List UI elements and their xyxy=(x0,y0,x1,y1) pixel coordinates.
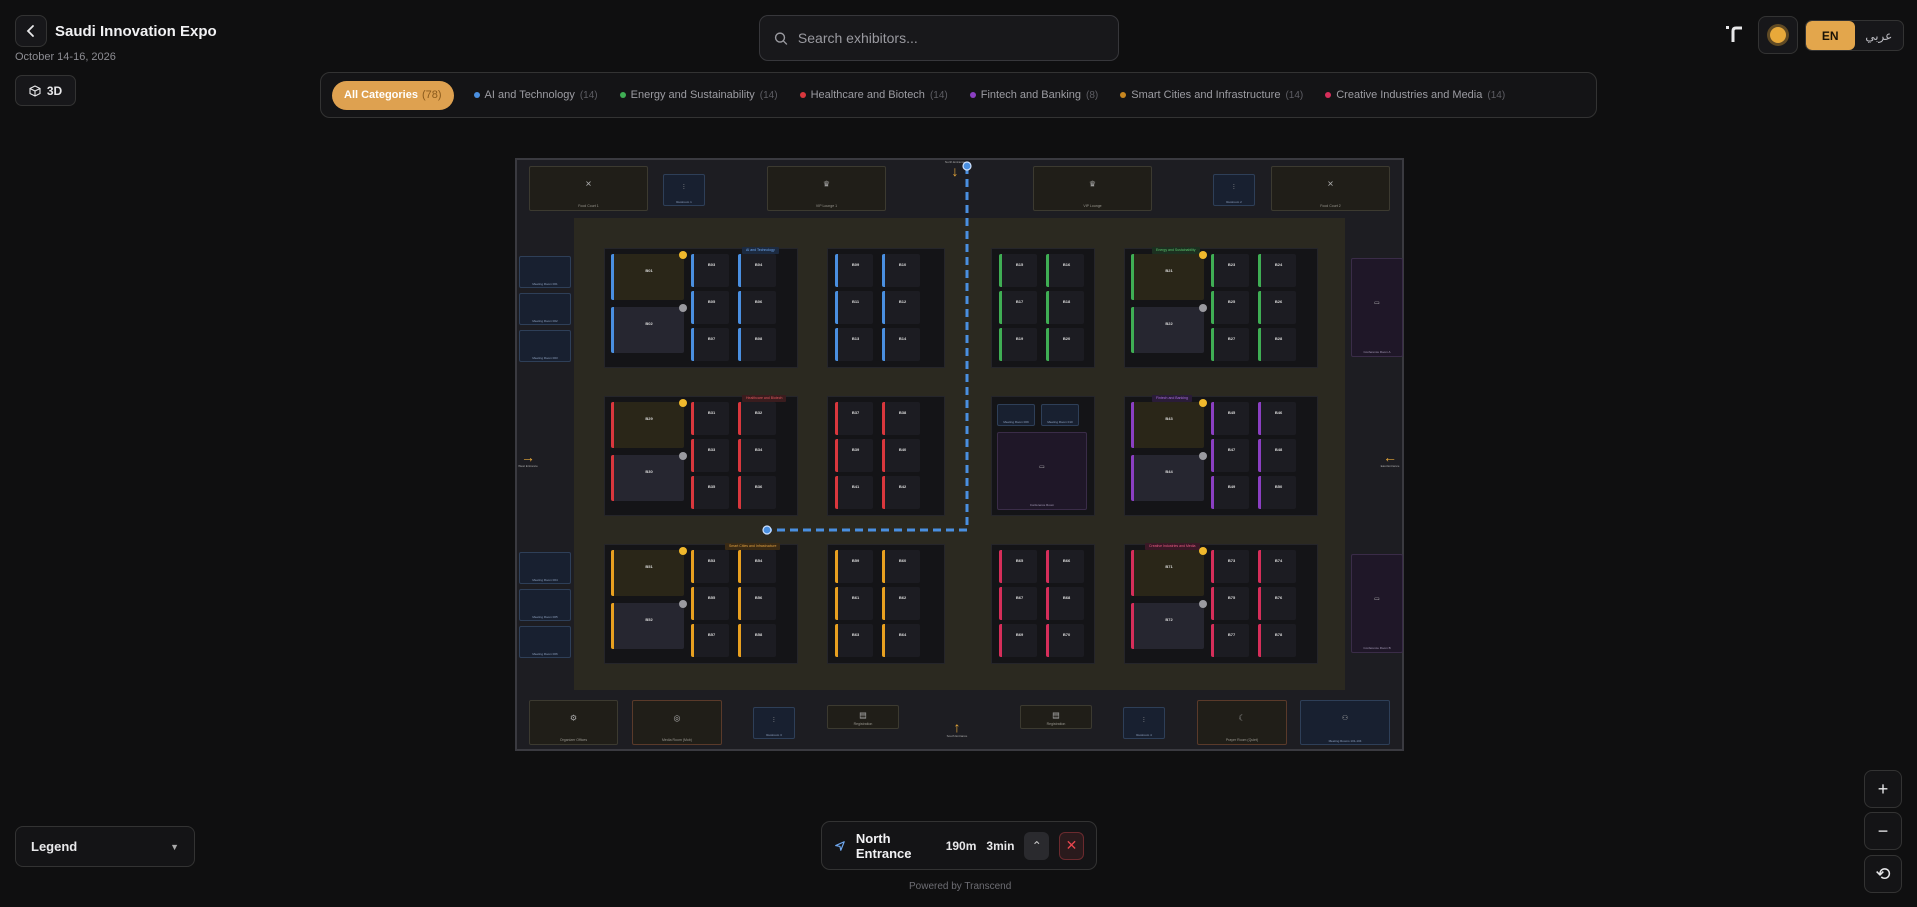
cube-icon xyxy=(29,84,41,97)
event-date: October 14-16, 2026 xyxy=(15,51,116,63)
event-title: Saudi Innovation Expo xyxy=(55,23,217,40)
category-count: (14) xyxy=(759,89,778,101)
category-all-label: All Categories xyxy=(344,89,418,101)
chevron-up-icon: ⌃ xyxy=(1031,838,1042,853)
category-all-count: (78) xyxy=(421,89,442,101)
category-label: Creative Industries and Media xyxy=(1336,89,1483,101)
search-icon xyxy=(774,31,788,45)
category-filter-bar: All Categories (78) AI and Technology (1… xyxy=(320,72,1597,118)
category-label: Smart Cities and Infrastructure xyxy=(1131,89,1281,101)
navigation-distance: 190m xyxy=(945,838,977,853)
category-count: (14) xyxy=(929,89,948,101)
category-label: Fintech and Banking xyxy=(980,89,1082,101)
close-icon: ✕ xyxy=(1065,837,1078,853)
category-label: Healthcare and Biotech xyxy=(810,89,925,101)
sun-icon xyxy=(1770,27,1786,43)
powered-by-text: Powered by Transcend xyxy=(909,881,1012,892)
navigation-destination: North Entrance xyxy=(855,830,912,861)
category-dot-icon xyxy=(799,92,806,98)
search-input[interactable] xyxy=(797,30,1104,46)
category-dot-icon xyxy=(969,92,976,98)
reset-view-button[interactable]: ⟲ xyxy=(1864,855,1902,893)
search-bar xyxy=(759,15,1119,61)
category-count: (14) xyxy=(1285,89,1304,101)
language-option-ar[interactable]: عربي xyxy=(1855,21,1904,50)
view-3d-label: 3D xyxy=(46,83,63,98)
view-3d-button[interactable]: 3D xyxy=(15,75,76,106)
zoom-out-button[interactable]: − xyxy=(1864,812,1902,850)
reset-icon: ⟲ xyxy=(1875,863,1891,884)
caret-down-icon: ▼ xyxy=(170,841,179,852)
category-dot-icon xyxy=(473,92,480,98)
category-count: (14) xyxy=(579,89,598,101)
brand-logo-icon xyxy=(1726,26,1742,42)
legend-toggle[interactable]: Legend ▼ xyxy=(15,826,195,867)
theme-toggle-button[interactable] xyxy=(1758,16,1798,54)
floor-map[interactable]: ✕ Food Court 1 ⋮ Restroom 1 ♛ VIP Lounge 1 … xyxy=(515,158,1404,751)
category-creative[interactable]: Creative Industries and Media (14) xyxy=(1325,89,1505,101)
category-all[interactable]: All Categories (78) xyxy=(332,80,454,110)
zoom-in-button[interactable]: + xyxy=(1864,770,1902,808)
navigation-route xyxy=(762,161,972,535)
category-healthcare[interactable]: Healthcare and Biotech (14) xyxy=(799,89,948,101)
expand-navigation-button[interactable]: ⌃ xyxy=(1024,831,1050,860)
navigation-arrow-icon xyxy=(835,840,845,851)
language-option-en[interactable]: EN xyxy=(1806,21,1855,50)
legend-label: Legend xyxy=(31,839,78,854)
category-smart-cities[interactable]: Smart Cities and Infrastructure (14) xyxy=(1120,89,1303,101)
plus-icon: + xyxy=(1877,778,1889,799)
minus-icon: − xyxy=(1877,820,1889,841)
back-button[interactable] xyxy=(15,15,47,47)
chevron-left-icon xyxy=(26,25,34,37)
category-fintech[interactable]: Fintech and Banking (8) xyxy=(969,89,1099,101)
category-ai[interactable]: AI and Technology (14) xyxy=(473,89,598,101)
category-count: (14) xyxy=(1487,89,1506,101)
category-energy[interactable]: Energy and Sustainability (14) xyxy=(619,89,778,101)
language-toggle: EN عربي xyxy=(1805,20,1904,51)
category-count: (8) xyxy=(1086,89,1099,101)
category-dot-icon xyxy=(1120,92,1127,98)
category-label: AI and Technology xyxy=(484,89,575,101)
category-label: Energy and Sustainability xyxy=(630,89,755,101)
category-dot-icon xyxy=(1325,92,1332,98)
close-navigation-button[interactable]: ✕ xyxy=(1059,831,1084,860)
navigation-time: 3min xyxy=(986,838,1015,853)
category-dot-icon xyxy=(619,92,626,98)
navigation-panel: North Entrance 190m 3min ⌃ ✕ xyxy=(821,821,1097,870)
